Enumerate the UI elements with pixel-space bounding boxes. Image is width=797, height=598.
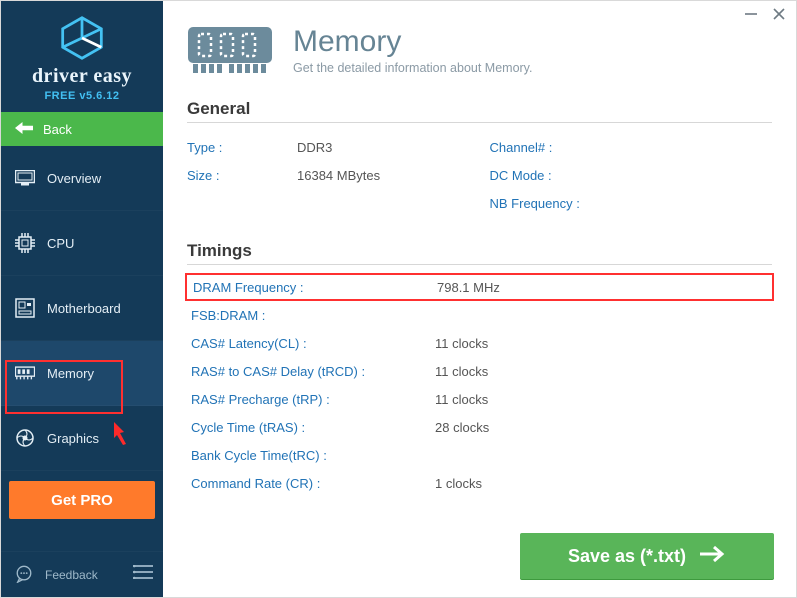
field-value: 28 clocks bbox=[435, 420, 489, 435]
timings-list: DRAM Frequency : 798.1 MHz FSB:DRAM : CA… bbox=[187, 273, 772, 497]
minimize-button[interactable] bbox=[744, 7, 758, 25]
page-header: Memory Get the detailed information abou… bbox=[163, 1, 796, 99]
general-col-right: Channel# : DC Mode : NB Frequency : bbox=[490, 133, 773, 217]
title-block: Memory Get the detailed information abou… bbox=[293, 25, 532, 75]
field-label: RAS# to CAS# Delay (tRCD) : bbox=[187, 364, 435, 379]
brand-version: FREE v5.6.12 bbox=[44, 90, 119, 102]
timings-row-dram-frequency: DRAM Frequency : 798.1 MHz bbox=[185, 273, 774, 301]
general-row: Size : 16384 MBytes bbox=[187, 161, 470, 189]
field-value: 16384 MBytes bbox=[297, 168, 380, 183]
back-label: Back bbox=[43, 122, 72, 137]
section-title-general: General bbox=[187, 99, 772, 123]
feedback-icon[interactable] bbox=[15, 565, 35, 585]
timings-row: RAS# Precharge (tRP) : 11 clocks bbox=[187, 385, 772, 413]
sidebar: driver easy FREE v5.6.12 Back Overview bbox=[1, 1, 163, 597]
section-title-timings: Timings bbox=[187, 241, 772, 265]
timings-row: RAS# to CAS# Delay (tRCD) : 11 clocks bbox=[187, 357, 772, 385]
field-value: 1 clocks bbox=[435, 476, 482, 491]
field-label: Bank Cycle Time(tRC) : bbox=[187, 448, 435, 463]
field-label: DC Mode : bbox=[490, 168, 600, 183]
general-row: Channel# : bbox=[490, 133, 773, 161]
general-grid: Type : DDR3 Size : 16384 MBytes Channel#… bbox=[187, 133, 772, 217]
get-pro-label: Get PRO bbox=[51, 492, 113, 509]
field-label: FSB:DRAM : bbox=[187, 308, 435, 323]
memory-hero-icon bbox=[187, 26, 273, 74]
field-label: NB Frequency : bbox=[490, 196, 600, 211]
timings-row: Bank Cycle Time(tRC) : bbox=[187, 441, 772, 469]
sidebar-item-cpu[interactable]: CPU bbox=[1, 211, 163, 276]
page-body: General Type : DDR3 Size : 16384 MBytes … bbox=[163, 99, 796, 597]
general-row: Type : DDR3 bbox=[187, 133, 470, 161]
annotation-arrow-icon bbox=[110, 418, 138, 451]
sidebar-item-label: Overview bbox=[47, 171, 101, 186]
sidebar-item-label: Graphics bbox=[47, 431, 99, 446]
menu-icon[interactable] bbox=[133, 565, 153, 585]
window-controls bbox=[744, 7, 786, 25]
sidebar-item-overview[interactable]: Overview bbox=[1, 146, 163, 211]
field-label: Type : bbox=[187, 140, 297, 155]
back-button[interactable]: Back bbox=[1, 112, 163, 146]
back-arrow-icon bbox=[15, 122, 33, 137]
general-row: NB Frequency : bbox=[490, 189, 773, 217]
sidebar-item-label: CPU bbox=[47, 236, 74, 251]
graphics-icon bbox=[15, 428, 35, 448]
feedback-label[interactable]: Feedback bbox=[45, 568, 123, 582]
brand-name: driver easy bbox=[32, 65, 132, 88]
field-label: DRAM Frequency : bbox=[189, 280, 437, 295]
field-label: Cycle Time (tRAS) : bbox=[187, 420, 435, 435]
get-pro-button[interactable]: Get PRO bbox=[9, 481, 155, 519]
page-title: Memory bbox=[293, 25, 532, 59]
cpu-icon bbox=[15, 233, 35, 253]
timings-row: Cycle Time (tRAS) : 28 clocks bbox=[187, 413, 772, 441]
field-value: DDR3 bbox=[297, 140, 332, 155]
content-pane: Memory Get the detailed information abou… bbox=[163, 1, 796, 597]
field-label: Command Rate (CR) : bbox=[187, 476, 435, 491]
field-value: 11 clocks bbox=[435, 336, 488, 351]
overview-icon bbox=[15, 168, 35, 188]
logo-block: driver easy FREE v5.6.12 bbox=[1, 1, 163, 112]
sidebar-item-label: Motherboard bbox=[47, 301, 121, 316]
sidebar-item-graphics[interactable]: Graphics bbox=[1, 406, 163, 471]
arrow-right-icon bbox=[700, 545, 726, 568]
field-value: 11 clocks bbox=[435, 364, 488, 379]
close-button[interactable] bbox=[772, 7, 786, 25]
save-button-label: Save as (*.txt) bbox=[568, 546, 686, 567]
sidebar-nav: Back Overview CPU Motherboard bbox=[1, 112, 163, 471]
field-label: Size : bbox=[187, 168, 297, 183]
field-label: Channel# : bbox=[490, 140, 600, 155]
sidebar-item-motherboard[interactable]: Motherboard bbox=[1, 276, 163, 341]
sidebar-footer: Feedback bbox=[1, 551, 163, 597]
motherboard-icon bbox=[15, 298, 35, 318]
timings-row: CAS# Latency(CL) : 11 clocks bbox=[187, 329, 772, 357]
app-logo-icon bbox=[59, 15, 105, 61]
general-col-left: Type : DDR3 Size : 16384 MBytes bbox=[187, 133, 470, 217]
timings-row: FSB:DRAM : bbox=[187, 301, 772, 329]
field-value: 798.1 MHz bbox=[437, 280, 500, 295]
field-label: CAS# Latency(CL) : bbox=[187, 336, 435, 351]
field-value: 11 clocks bbox=[435, 392, 488, 407]
annotation-highlight-sidebar bbox=[5, 360, 123, 414]
page-subtitle: Get the detailed information about Memor… bbox=[293, 61, 532, 75]
field-label: RAS# Precharge (tRP) : bbox=[187, 392, 435, 407]
save-as-txt-button[interactable]: Save as (*.txt) bbox=[520, 533, 774, 579]
app-window: driver easy FREE v5.6.12 Back Overview bbox=[0, 0, 797, 598]
general-row: DC Mode : bbox=[490, 161, 773, 189]
timings-row: Command Rate (CR) : 1 clocks bbox=[187, 469, 772, 497]
